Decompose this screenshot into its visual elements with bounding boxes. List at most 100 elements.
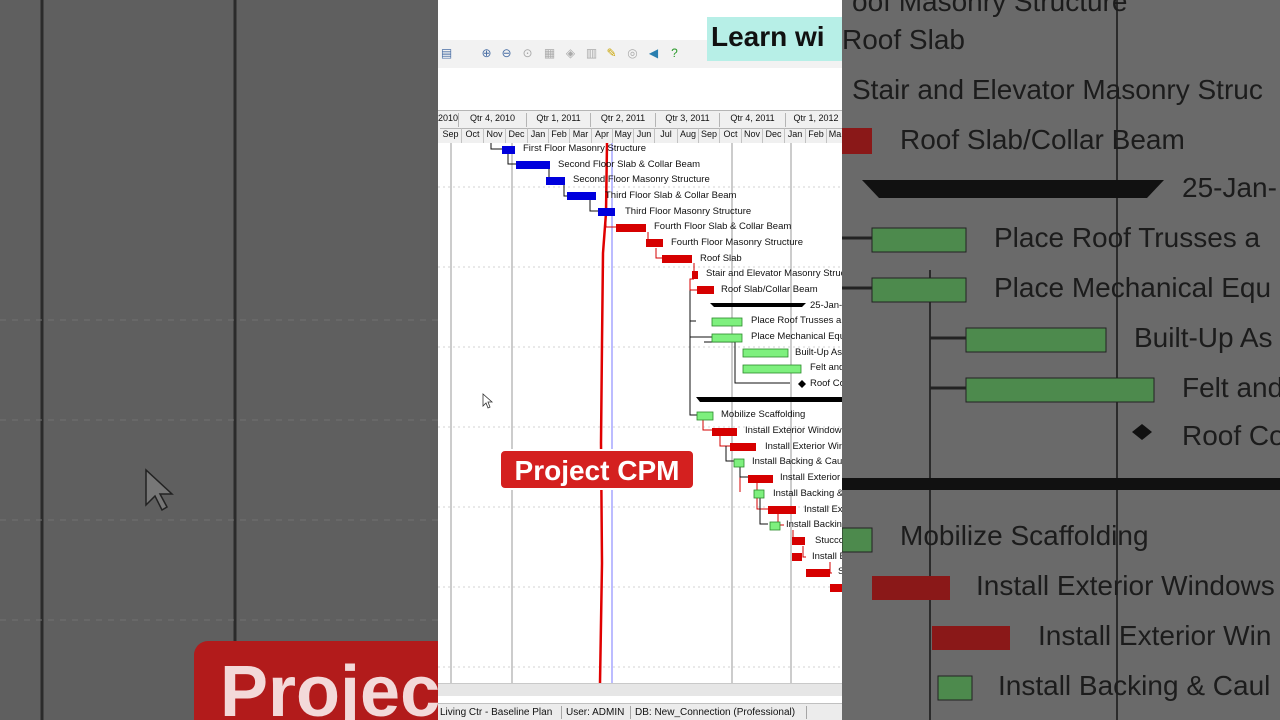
zoom-in-icon[interactable]: ⊕ — [480, 47, 493, 60]
task-label: Mobilize Scaffolding — [721, 409, 806, 420]
timescale-month: Jun — [634, 128, 655, 143]
horizontal-scrollbar[interactable] — [438, 683, 842, 696]
task-label: Roof Co — [810, 378, 842, 389]
gantt-app-window: ▤ ⊕ ⊖ ⊙ ▦ ◈ ▥ ✎ ◎ ◀ ? Learn wi 2010 Qtr … — [438, 0, 842, 720]
milestone-diamond[interactable] — [798, 380, 806, 388]
task-label: Roof Slab — [700, 253, 742, 264]
gantt-bar-completed[interactable] — [516, 161, 550, 169]
task-label: Place Roof Trusses a — [751, 315, 842, 326]
gantt-bar-critical[interactable] — [662, 255, 692, 263]
gantt-bar-critical[interactable] — [712, 428, 737, 436]
gantt-bar-completed[interactable] — [546, 177, 565, 185]
learn-banner-text: Learn wi — [711, 21, 825, 52]
gantt-bar-critical[interactable] — [830, 584, 842, 592]
zoom-label: Place Roof Trusses a — [994, 222, 1261, 253]
zoom-label: Place Mechanical Equ — [994, 272, 1272, 303]
gap-area — [438, 68, 842, 112]
gantt-chart[interactable]: First Floor Masonry Structure Second Flo… — [438, 143, 842, 683]
gantt-bar-normal[interactable] — [742, 364, 802, 374]
grid-icon[interactable]: ▦ — [543, 47, 556, 60]
gantt-bar-completed[interactable] — [502, 146, 515, 154]
timescale-month: Jan — [785, 128, 806, 143]
blurred-badge: Projec — [194, 641, 438, 720]
diamond-icon[interactable]: ◈ — [564, 47, 577, 60]
zoom-label: Roof Slab — [842, 24, 965, 55]
task-label: Stucco — [815, 535, 842, 546]
note-icon[interactable]: ✎ — [605, 47, 618, 60]
task-label: Fourth Floor Slab & Collar Beam — [654, 221, 792, 232]
timescale-quarter: Qtr 2, 2011 — [591, 113, 656, 127]
status-project: Living Ctr - Baseline Plan — [440, 707, 553, 718]
gantt-bar-critical[interactable] — [616, 224, 646, 232]
blurred-cursor-icon — [145, 468, 174, 512]
gantt-bar-normal[interactable] — [711, 333, 743, 343]
gantt-bar-completed[interactable] — [567, 192, 596, 200]
zoom-label: Mobilize Scaffolding — [900, 520, 1149, 551]
timescale-quarter: Qtr 1, 2011 — [527, 113, 591, 127]
gantt-bar-normal[interactable] — [711, 317, 743, 327]
timescale-month: Sep — [440, 128, 462, 143]
gantt-bar-critical[interactable] — [646, 239, 663, 247]
learn-banner: Learn wi — [707, 17, 842, 61]
task-label: Second Floor Slab & Collar Beam — [558, 159, 701, 170]
zoom-label: Install Backing & Caul — [998, 670, 1271, 701]
timescale-quarter: Qtr 4, 2011 — [720, 113, 786, 127]
zoom-label: Felt and — [1182, 372, 1280, 403]
gantt-bar-normal[interactable] — [769, 521, 781, 531]
project-cpm-text: Project CPM — [514, 455, 680, 486]
timescale-header: 2010 Qtr 4, 2010 Qtr 1, 2011 Qtr 2, 2011… — [438, 110, 842, 144]
timescale-month: Oct — [462, 128, 484, 143]
gantt-bar-critical[interactable] — [748, 475, 773, 483]
task-label: Install Exterior Win — [765, 441, 842, 452]
timescale-month: Jul — [655, 128, 678, 143]
zoom-label: 25-Jan- — [1182, 172, 1277, 203]
gantt-bar-critical[interactable] — [768, 506, 796, 514]
zoom-label: Roof Co — [1182, 420, 1280, 451]
gantt-bar-critical[interactable] — [792, 553, 802, 561]
timescale-month: Nov — [484, 128, 506, 143]
gantt-bar-completed[interactable] — [598, 208, 615, 216]
filter-icon[interactable]: ◎ — [626, 47, 639, 60]
blurred-badge-text: Projec — [220, 652, 438, 720]
gantt-bar-critical[interactable] — [806, 569, 830, 577]
status-bar: Living Ctr - Baseline Plan User: ADMIN D… — [438, 703, 842, 720]
task-label: Third Floor Masonry Structure — [625, 206, 752, 217]
gantt-bar-critical[interactable] — [792, 537, 805, 545]
columns-icon[interactable]: ▥ — [585, 47, 598, 60]
timescale-month: Mar — [570, 128, 592, 143]
timescale-quarter: Qtr 4, 2010 — [459, 113, 527, 127]
gantt-bar-normal[interactable] — [742, 348, 789, 358]
flag-icon[interactable]: ◀ — [647, 47, 660, 60]
zoom-label: Install Exterior Win — [1038, 620, 1272, 651]
task-label: Built-Up As — [795, 347, 842, 358]
gantt-bar-critical[interactable] — [730, 443, 756, 451]
task-label: Install Backin — [786, 519, 842, 530]
task-label: Stair and Elevator Masonry Struc — [706, 268, 842, 279]
blurred-grid — [0, 0, 438, 720]
timescale-month: Apr — [592, 128, 613, 143]
timescale-month: Dec — [763, 128, 785, 143]
timescale-quarter: Qtr 1, 2012 — [786, 113, 842, 127]
task-label: Install Exterior — [780, 472, 841, 483]
timescale-month: Nov — [742, 128, 763, 143]
task-label: Install Backing & — [773, 488, 842, 499]
project-cpm-badge: Project CPM — [499, 449, 695, 490]
zoom-label: Built-Up As — [1134, 322, 1273, 353]
task-label: 25-Jan- — [810, 300, 842, 311]
task-label: Roof Slab/Collar Beam — [721, 284, 818, 295]
zoom-out-icon[interactable]: ⊖ — [500, 47, 513, 60]
layout-icon[interactable]: ▤ — [440, 47, 453, 60]
timescale-month: Oct — [720, 128, 742, 143]
help-icon[interactable]: ? — [668, 47, 681, 60]
zoom-fit-icon[interactable]: ⊙ — [521, 47, 534, 60]
gantt-bar-critical[interactable] — [697, 286, 714, 294]
zoom-label: oof Masonry Structure — [852, 0, 1128, 17]
gantt-bar-normal[interactable] — [696, 411, 714, 421]
task-label: Install Exterior Windows — [745, 425, 842, 436]
zoom-label: Install Exterior Windows — [976, 570, 1275, 601]
task-label: Place Mechanical Equ — [751, 331, 842, 342]
gantt-bar-normal[interactable] — [753, 489, 765, 499]
blurred-zoom-chart — [842, 0, 1280, 720]
gantt-bar-critical[interactable] — [692, 271, 698, 279]
gantt-bar-normal[interactable] — [733, 458, 745, 468]
